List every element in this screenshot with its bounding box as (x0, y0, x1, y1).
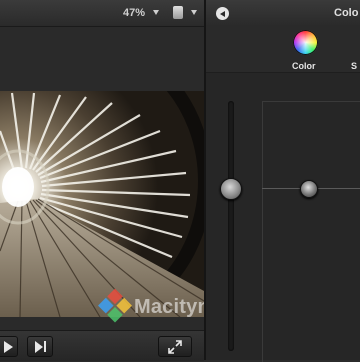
fullscreen-icon (168, 339, 182, 354)
view-dropdown-icon[interactable] (191, 10, 197, 15)
tab-color-label: Color (292, 61, 316, 71)
viewer-canvas[interactable]: Macitynet.it (0, 27, 246, 330)
zoom-dropdown-icon[interactable] (153, 10, 159, 15)
viewer-toolbar: 47% (0, 0, 204, 27)
color-inspector: Colo Color S (206, 0, 360, 362)
inspector-header: Colo (206, 0, 360, 27)
tab-saturation-label[interactable]: S (351, 61, 357, 71)
color-wheel-icon (293, 30, 318, 55)
shadows-puck[interactable] (300, 180, 318, 198)
color-board-tabs: Color S (206, 26, 360, 73)
fullscreen-button[interactable] (158, 336, 192, 357)
back-button[interactable] (216, 7, 229, 20)
chevron-left-icon (219, 10, 225, 17)
global-puck[interactable] (220, 178, 242, 200)
play-icon (3, 340, 13, 353)
skip-forward-icon (34, 340, 46, 353)
playback-controls (0, 330, 204, 361)
inspector-title: Colo (334, 7, 359, 19)
zoom-level[interactable]: 47% (123, 7, 145, 19)
viewer-pane: 47% Macitynet.it (0, 0, 246, 361)
view-options-icon[interactable] (173, 6, 183, 19)
color-grid[interactable] (262, 101, 360, 362)
global-slider-track[interactable] (228, 101, 234, 351)
next-frame-button[interactable] (27, 336, 53, 357)
video-frame-image (0, 91, 204, 317)
color-board (206, 73, 360, 362)
tab-color[interactable]: Color (284, 28, 328, 72)
play-button[interactable] (0, 336, 18, 357)
